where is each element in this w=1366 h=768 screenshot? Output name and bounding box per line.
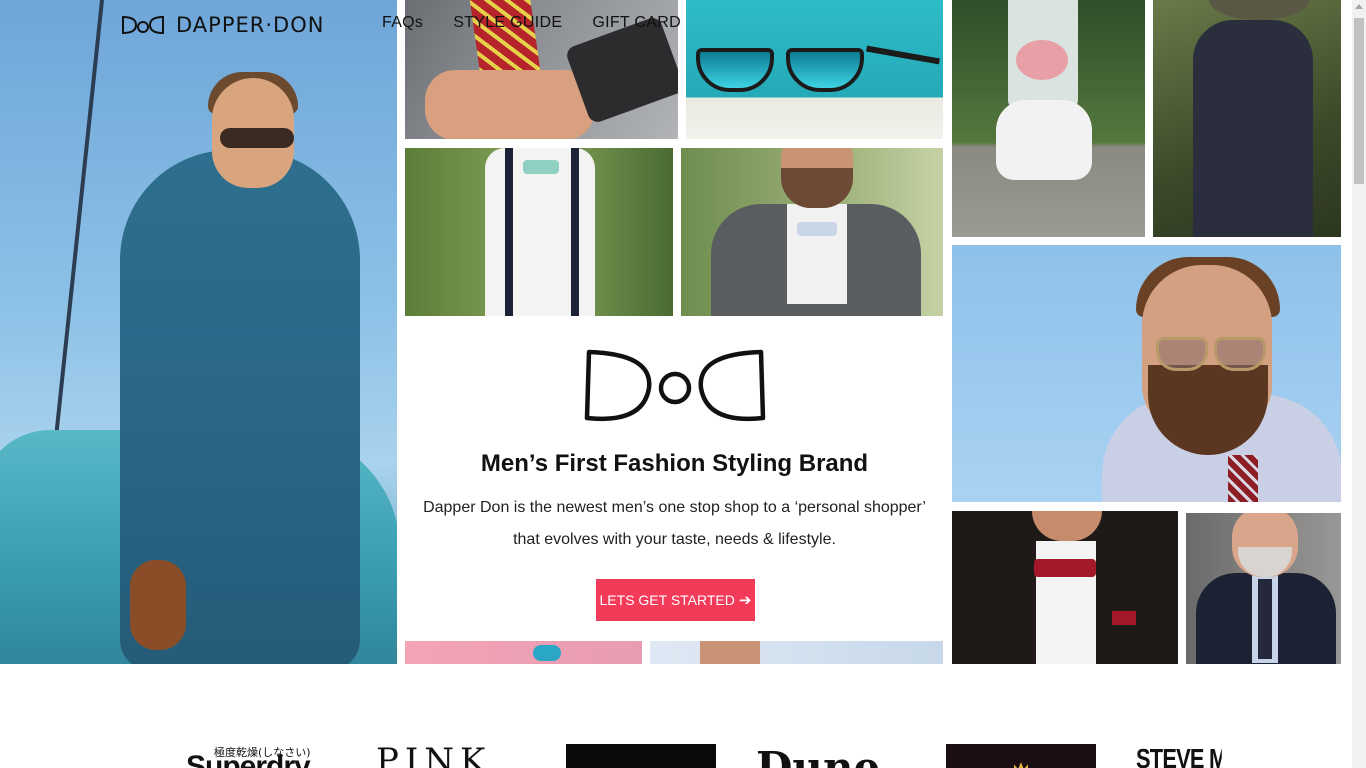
collage-image-bearded-man <box>952 245 1341 502</box>
collage-image-pink <box>405 641 642 664</box>
brand-logo-black-box <box>566 744 716 768</box>
hero-description: Dapper Don is the newest men’s one stop … <box>397 492 952 556</box>
collage-image-gentleman <box>1186 513 1341 664</box>
brand-logo-crown-box <box>946 744 1096 768</box>
get-started-button[interactable]: LETS GET STARTED ➔ <box>596 579 755 621</box>
site-logo[interactable]: DAPPER·DON <box>120 12 324 38</box>
logo-text: DAPPER·DON <box>176 13 325 37</box>
scroll-up-icon[interactable] <box>1355 4 1363 9</box>
hero-description-line-1: Dapper Don is the newest men’s one stop … <box>423 499 926 516</box>
hero-image-man-teal-suit <box>0 0 397 664</box>
brand-logo-superdry: 極度乾燥(しなさい) Superdry <box>186 744 336 768</box>
hero-card: Men’s First Fashion Styling Brand Dapper… <box>397 316 952 641</box>
collage-image-bowtie-suit <box>681 148 943 316</box>
collage-image-tuxedo <box>952 511 1178 664</box>
brand-logo-pink: PINK <box>376 744 492 768</box>
scrollbar-thumb[interactable] <box>1354 18 1364 184</box>
nav-faqs[interactable]: FAQs <box>382 14 423 32</box>
collage-image-suspenders <box>405 148 673 316</box>
brand-logo-steve-madden: STEVE MAD <box>1136 744 1222 768</box>
arrow-right-icon: ➔ <box>738 591 752 609</box>
crown-icon <box>1014 762 1028 768</box>
brand-logos: 極度乾燥(しなさい) Superdry PINK Dune STEVE MAD <box>0 664 1352 768</box>
dod-logo-large-icon <box>584 349 766 422</box>
site-header: DAPPER·DON FAQs STYLE GUIDE GIFT CARD <box>0 0 1352 50</box>
brand-logo-dune: Dune <box>756 744 908 768</box>
dod-logo-icon <box>122 15 164 35</box>
main-nav: FAQs STYLE GUIDE GIFT CARD <box>382 14 681 32</box>
hero-title: Men’s First Fashion Styling Brand <box>480 450 869 477</box>
page-scrollbar[interactable] <box>1352 0 1366 768</box>
nav-style-guide[interactable]: STYLE GUIDE <box>453 14 562 32</box>
nav-gift-card[interactable]: GIFT CARD <box>592 14 681 32</box>
collage-image-sky <box>650 641 943 664</box>
superdry-text: Superdry <box>186 750 311 768</box>
get-started-label: LETS GET STARTED <box>599 592 735 608</box>
hero-description-line-2: that evolves with your taste, needs & li… <box>513 531 836 548</box>
